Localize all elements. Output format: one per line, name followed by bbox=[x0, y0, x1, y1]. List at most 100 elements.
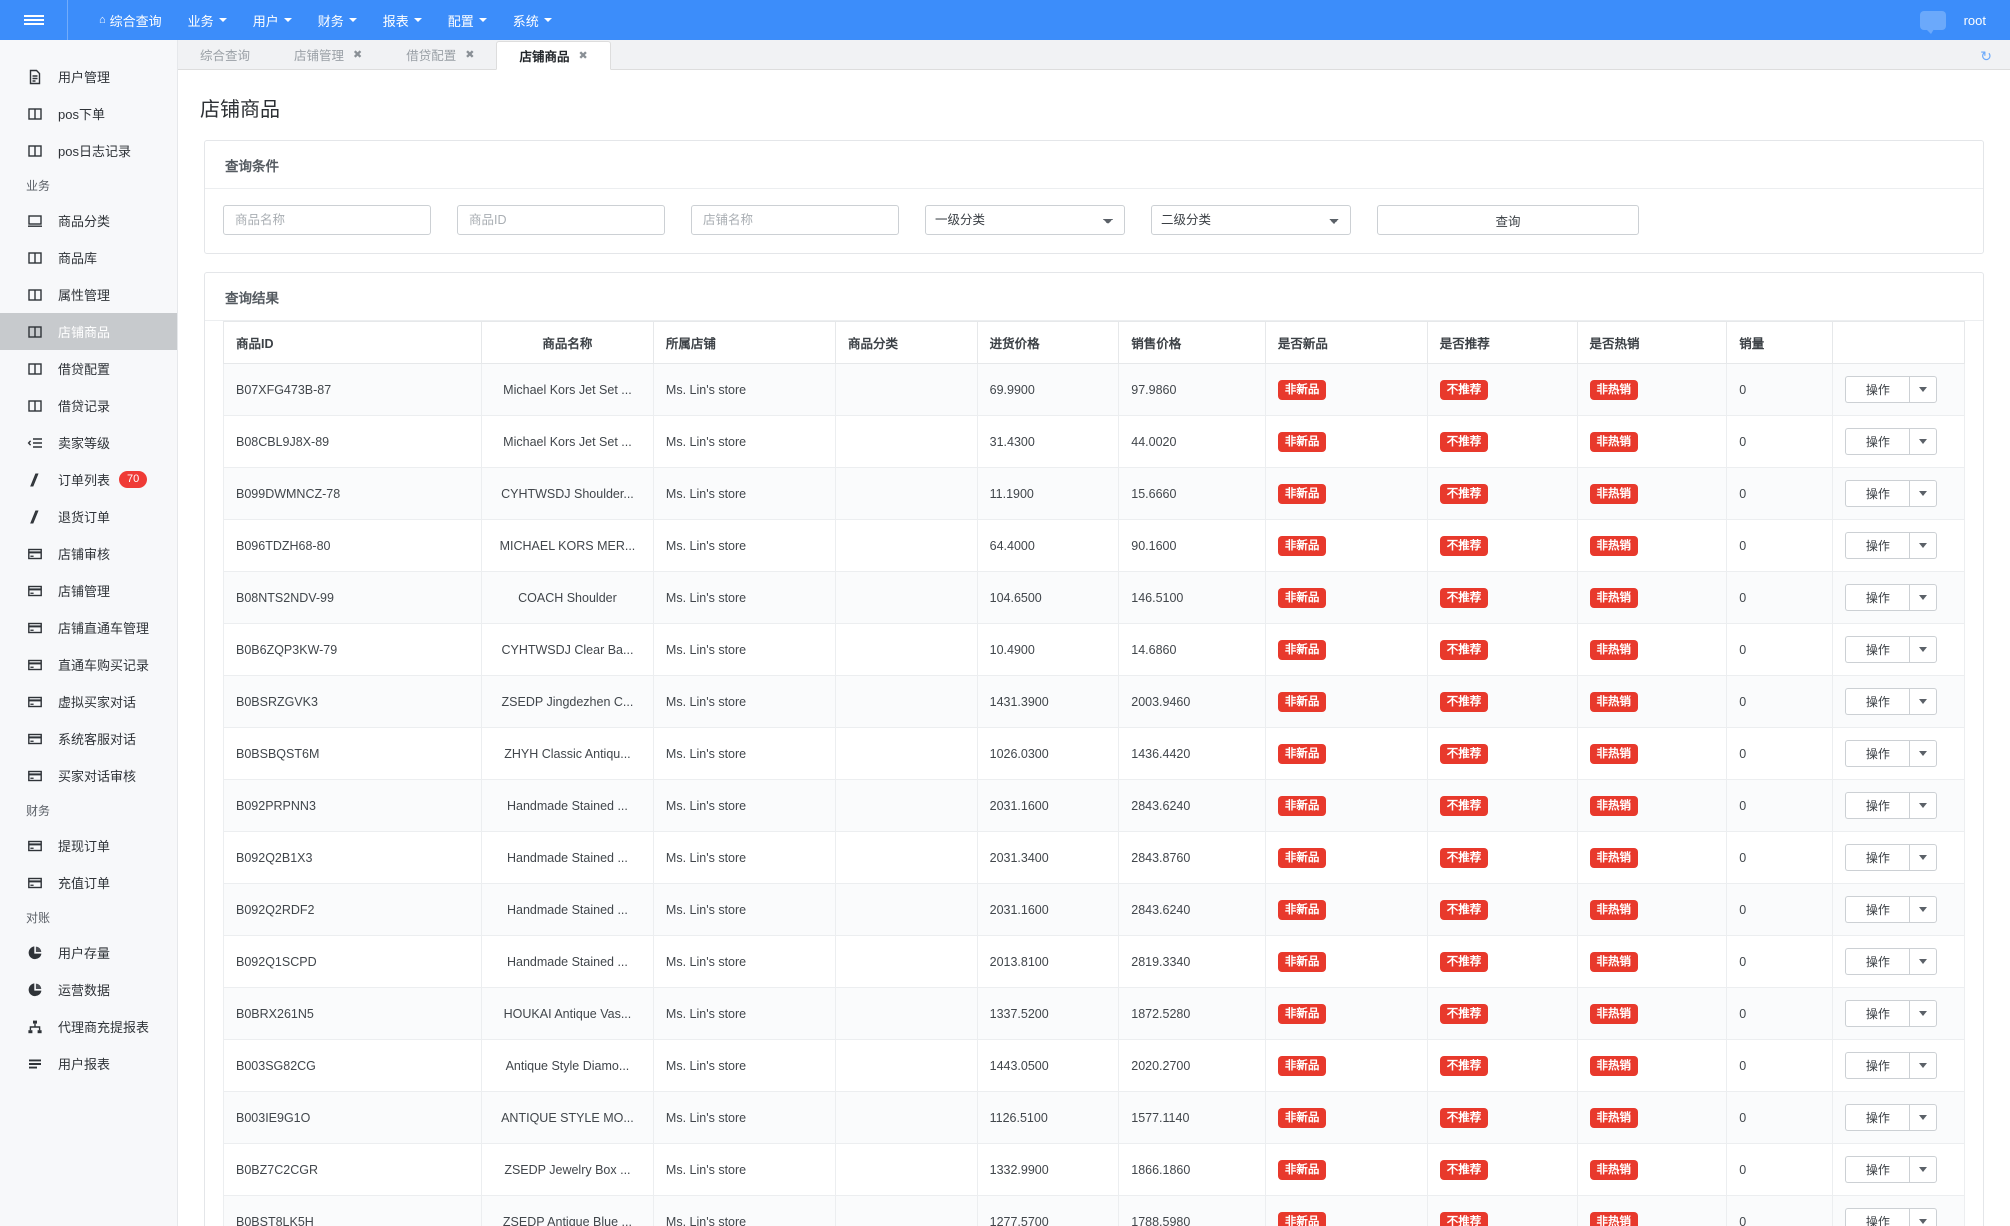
sidebar-item-22[interactable]: 充值订单 bbox=[0, 864, 177, 901]
nav-item-6[interactable]: 系统 bbox=[500, 0, 565, 40]
sidebar-item-0[interactable]: 用户管理 bbox=[0, 58, 177, 95]
operations-button[interactable]: 操作 bbox=[1845, 1052, 1909, 1079]
chevron-down-icon[interactable] bbox=[1909, 792, 1937, 819]
sidebar-item-label: 用户管理 bbox=[58, 67, 110, 86]
sidebar-item-1[interactable]: pos下单 bbox=[0, 95, 177, 132]
top-navbar: ⌂综合查询业务用户 财务报表 配置系统 root bbox=[0, 0, 2010, 40]
hamburger-icon[interactable] bbox=[0, 0, 68, 40]
sidebar-item-21[interactable]: 提现订单 bbox=[0, 827, 177, 864]
sidebar-item-14[interactable]: 店铺管理 bbox=[0, 572, 177, 609]
status-badge-recommended: 不推荐 bbox=[1440, 952, 1489, 972]
tab-3[interactable]: 店铺商品✖ bbox=[496, 41, 610, 70]
sidebar-item-label: 充值订单 bbox=[58, 873, 110, 892]
sidebar-item-27[interactable]: 用户报表 bbox=[0, 1045, 177, 1082]
chevron-down-icon[interactable] bbox=[1909, 428, 1937, 455]
chevron-down-icon[interactable] bbox=[1909, 740, 1937, 767]
chevron-down-icon[interactable] bbox=[1909, 948, 1937, 975]
operations-button[interactable]: 操作 bbox=[1845, 532, 1909, 559]
nav-item-label: 用户 bbox=[253, 11, 279, 30]
chevron-down-icon[interactable] bbox=[1909, 844, 1937, 871]
operations-button[interactable]: 操作 bbox=[1845, 636, 1909, 663]
tab-1[interactable]: 店铺管理✖ bbox=[272, 40, 384, 69]
sidebar-item-19[interactable]: 买家对话审核 bbox=[0, 757, 177, 794]
chevron-down-icon[interactable] bbox=[1909, 1156, 1937, 1183]
sidebar-item-5[interactable]: 商品库 bbox=[0, 239, 177, 276]
chevron-down-icon[interactable] bbox=[1909, 636, 1937, 663]
user-menu[interactable]: root bbox=[1964, 13, 1986, 28]
chevron-down-icon[interactable] bbox=[1909, 1104, 1937, 1131]
nav-item-label: 报表 bbox=[383, 11, 409, 30]
column-header-4: 进货价格 bbox=[977, 322, 1119, 364]
sidebar-item-24[interactable]: 用户存量 bbox=[0, 934, 177, 971]
nav-item-5[interactable]: 配置 bbox=[435, 0, 500, 40]
chevron-down-icon[interactable] bbox=[1909, 532, 1937, 559]
sidebar-item-26[interactable]: 代理商充提报表 bbox=[0, 1008, 177, 1045]
operations-button[interactable]: 操作 bbox=[1845, 1104, 1909, 1131]
nav-item-2[interactable]: 用户 bbox=[240, 0, 305, 40]
nav-item-4[interactable]: 报表 bbox=[370, 0, 435, 40]
sidebar-item-25[interactable]: 运营数据 bbox=[0, 971, 177, 1008]
sidebar-item-6[interactable]: 属性管理 bbox=[0, 276, 177, 313]
store-name-input[interactable] bbox=[691, 205, 899, 235]
chevron-down-icon[interactable] bbox=[1909, 376, 1937, 403]
close-icon[interactable]: ✖ bbox=[353, 48, 362, 61]
product-name-input[interactable] bbox=[223, 205, 431, 235]
tab-2[interactable]: 借贷配置✖ bbox=[384, 40, 496, 69]
sidebar-item-9[interactable]: 借贷记录 bbox=[0, 387, 177, 424]
operations-button[interactable]: 操作 bbox=[1845, 428, 1909, 455]
category-level-2-select[interactable]: 二级分类 bbox=[1151, 205, 1351, 235]
operations-button[interactable]: 操作 bbox=[1845, 376, 1909, 403]
operations-button[interactable]: 操作 bbox=[1845, 948, 1909, 975]
nav-item-0[interactable]: ⌂综合查询 bbox=[86, 0, 175, 40]
cell-product-name: ANTIQUE STYLE MO... bbox=[481, 1092, 653, 1144]
sidebar-item-7[interactable]: 店铺商品 bbox=[0, 313, 177, 350]
operations-button[interactable]: 操作 bbox=[1845, 1156, 1909, 1183]
chevron-down-icon[interactable] bbox=[1909, 1052, 1937, 1079]
status-badge-new: 非新品 bbox=[1278, 1212, 1327, 1226]
chevron-down-icon[interactable] bbox=[1909, 1208, 1937, 1226]
cell-is-new: 非新品 bbox=[1265, 676, 1427, 728]
sidebar-item-12[interactable]: 退货订单 bbox=[0, 498, 177, 535]
operations-button[interactable]: 操作 bbox=[1845, 792, 1909, 819]
sidebar-item-4[interactable]: 商品分类 bbox=[0, 202, 177, 239]
columns-icon bbox=[26, 323, 44, 341]
nav-item-1[interactable]: 业务 bbox=[175, 0, 240, 40]
sidebar-item-18[interactable]: 系统客服对话 bbox=[0, 720, 177, 757]
chevron-down-icon[interactable] bbox=[1909, 1000, 1937, 1027]
nav-item-3[interactable]: 财务 bbox=[305, 0, 370, 40]
operations-button[interactable]: 操作 bbox=[1845, 1208, 1909, 1226]
operations-button[interactable]: 操作 bbox=[1845, 688, 1909, 715]
operations-button[interactable]: 操作 bbox=[1845, 584, 1909, 611]
operations-button-group: 操作 bbox=[1845, 1052, 1937, 1079]
sidebar-item-10[interactable]: 卖家等级 bbox=[0, 424, 177, 461]
chevron-down-icon[interactable] bbox=[1909, 896, 1937, 923]
close-icon[interactable]: ✖ bbox=[579, 49, 588, 62]
category-level-1-select[interactable]: 一级分类 bbox=[925, 205, 1125, 235]
chevron-down-icon[interactable] bbox=[1909, 480, 1937, 507]
columns-icon bbox=[26, 286, 44, 304]
sidebar-item-8[interactable]: 借贷配置 bbox=[0, 350, 177, 387]
sidebar-item-17[interactable]: 虚拟买家对话 bbox=[0, 683, 177, 720]
query-button[interactable]: 查询 bbox=[1377, 205, 1639, 235]
cell-category bbox=[836, 936, 978, 988]
chat-icon[interactable] bbox=[1920, 11, 1946, 30]
sidebar-item-11[interactable]: 订单列表70 bbox=[0, 461, 177, 498]
sidebar-item-15[interactable]: 店铺直通车管理 bbox=[0, 609, 177, 646]
cell-product-name: Michael Kors Jet Set ... bbox=[481, 364, 653, 416]
operations-button[interactable]: 操作 bbox=[1845, 740, 1909, 767]
operations-button[interactable]: 操作 bbox=[1845, 1000, 1909, 1027]
operations-button[interactable]: 操作 bbox=[1845, 896, 1909, 923]
sidebar-item-16[interactable]: 直通车购买记录 bbox=[0, 646, 177, 683]
sidebar-item-13[interactable]: 店铺审核 bbox=[0, 535, 177, 572]
product-id-input[interactable] bbox=[457, 205, 665, 235]
operations-button[interactable]: 操作 bbox=[1845, 480, 1909, 507]
operations-button[interactable]: 操作 bbox=[1845, 844, 1909, 871]
tab-0[interactable]: 综合查询 bbox=[178, 40, 272, 69]
sidebar[interactable]: 用户管理pos下单pos日志记录业务商品分类商品库属性管理店铺商品借贷配置借贷记… bbox=[0, 40, 178, 1226]
refresh-icon[interactable]: ↻ bbox=[1980, 48, 1992, 65]
cell-category bbox=[836, 1092, 978, 1144]
chevron-down-icon[interactable] bbox=[1909, 688, 1937, 715]
chevron-down-icon[interactable] bbox=[1909, 584, 1937, 611]
close-icon[interactable]: ✖ bbox=[465, 48, 474, 61]
sidebar-item-2[interactable]: pos日志记录 bbox=[0, 132, 177, 169]
